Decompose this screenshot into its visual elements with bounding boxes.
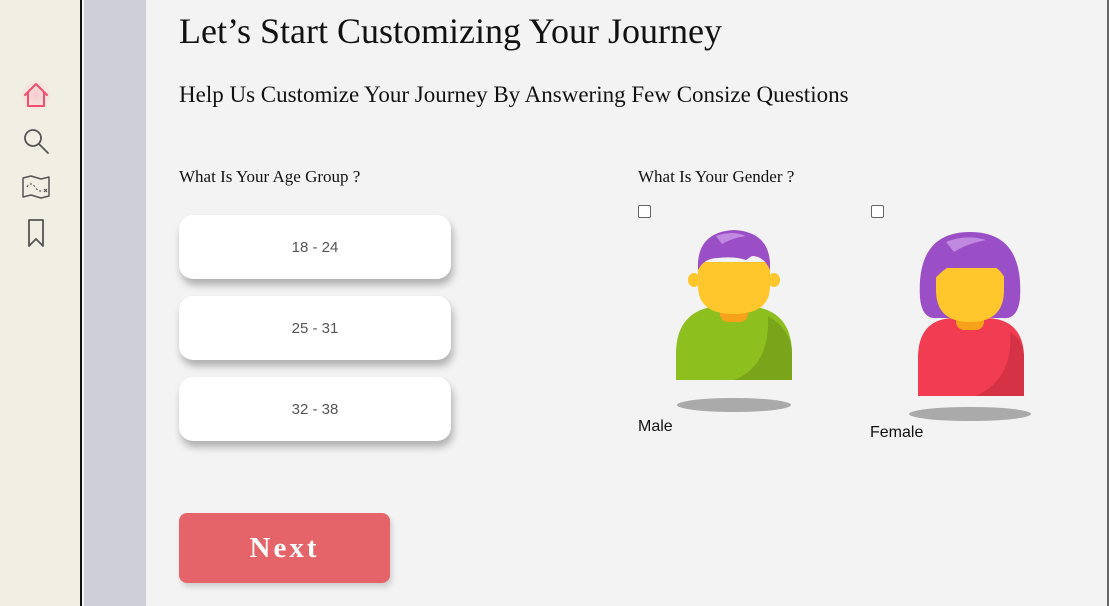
next-button[interactable]: Next [179, 513, 390, 583]
map-icon[interactable] [20, 171, 52, 203]
page-subtitle: Help Us Customize Your Journey By Answer… [179, 82, 849, 107]
home-icon[interactable] [20, 79, 52, 111]
bookmark-icon[interactable] [20, 217, 52, 249]
age-option-button[interactable]: 18 - 24 [179, 215, 451, 279]
gender-question: What Is Your Gender ? [638, 167, 795, 186]
male-checkbox[interactable] [638, 205, 651, 218]
page-title: Let’s Start Customizing Your Journey [179, 11, 723, 51]
female-checkbox[interactable] [871, 205, 884, 218]
female-label: Female [870, 424, 924, 441]
sidebar-divider-strip [84, 0, 146, 606]
sidebar [0, 0, 82, 606]
male-avatar-icon[interactable] [672, 226, 796, 416]
female-avatar-icon[interactable] [906, 228, 1038, 424]
age-option-button[interactable]: 25 - 31 [179, 296, 451, 360]
age-option-button[interactable]: 32 - 38 [179, 377, 451, 441]
male-label: Male [638, 418, 673, 435]
search-icon[interactable] [20, 125, 52, 157]
age-group-question: What Is Your Age Group ? [179, 167, 361, 186]
